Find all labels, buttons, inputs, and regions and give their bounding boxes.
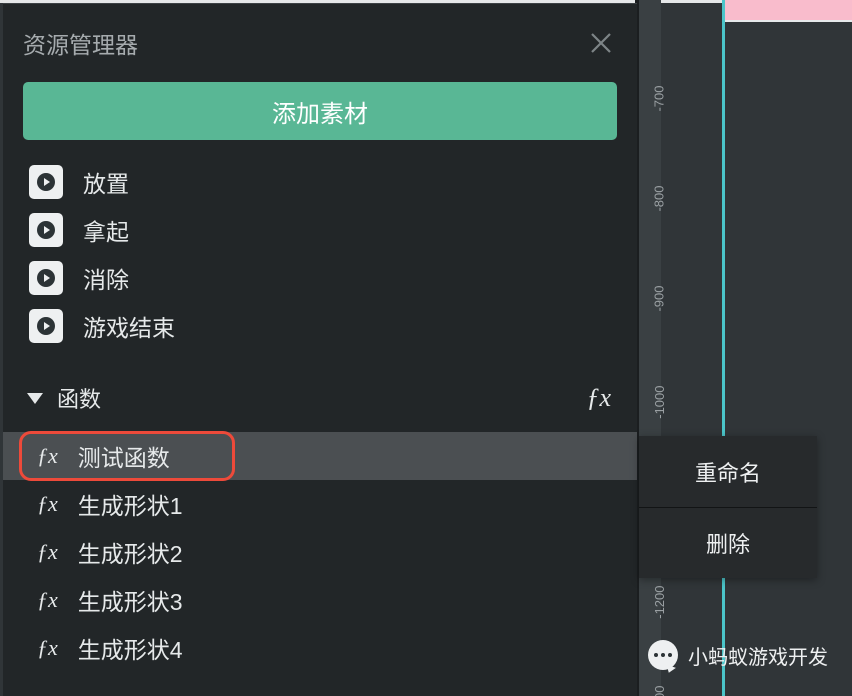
resource-manager-panel: 资源管理器 添加素材 放置 拿起 bbox=[3, 3, 637, 696]
function-label: 测试函数 bbox=[78, 439, 170, 473]
function-row-test[interactable]: ƒx 测试函数 bbox=[3, 432, 637, 480]
fx-icon: ƒx bbox=[37, 539, 58, 565]
context-menu-delete[interactable]: 删除 bbox=[639, 507, 817, 578]
add-asset-button[interactable]: 添加素材 bbox=[23, 82, 617, 140]
functions-list: ƒx 测试函数 ƒx 生成形状1 ƒx 生成形状2 ƒx 生成形状3 ƒx bbox=[23, 432, 617, 672]
function-label: 生成形状3 bbox=[78, 583, 183, 617]
watermark-text: 小蚂蚁游戏开发 bbox=[688, 641, 828, 670]
asset-label: 消除 bbox=[83, 261, 129, 295]
play-icon bbox=[29, 309, 63, 343]
fx-icon: ƒx bbox=[37, 635, 58, 661]
ruler-tick: -700 bbox=[652, 86, 667, 112]
canvas-selection-region bbox=[724, 0, 852, 22]
panel-header: 资源管理器 bbox=[3, 4, 637, 82]
context-menu-rename[interactable]: 重命名 bbox=[639, 436, 817, 507]
vertical-ruler: -700 -800 -900 -1000 -1100 -1200 -1300 bbox=[639, 0, 661, 696]
asset-label: 游戏结束 bbox=[83, 309, 175, 343]
add-asset-label: 添加素材 bbox=[272, 94, 368, 129]
ruler-tick: -1000 bbox=[652, 386, 667, 419]
context-menu-item-label: 删除 bbox=[706, 527, 750, 559]
fx-icon[interactable]: ƒx bbox=[586, 383, 611, 413]
function-row-shape4[interactable]: ƒx 生成形状4 bbox=[3, 624, 637, 672]
play-icon bbox=[29, 213, 63, 247]
function-row-shape1[interactable]: ƒx 生成形状1 bbox=[3, 480, 637, 528]
functions-section-header[interactable]: 函数 ƒx bbox=[23, 378, 617, 418]
fx-icon: ƒx bbox=[37, 443, 58, 469]
function-label: 生成形状1 bbox=[78, 487, 183, 521]
fx-icon: ƒx bbox=[37, 587, 58, 613]
asset-row-gameover[interactable]: 游戏结束 bbox=[23, 302, 617, 350]
chevron-down-icon bbox=[27, 393, 43, 404]
chat-bubble-icon bbox=[648, 640, 678, 670]
function-row-shape2[interactable]: ƒx 生成形状2 bbox=[3, 528, 637, 576]
asset-label: 放置 bbox=[83, 165, 129, 199]
ruler-tick: -1300 bbox=[652, 686, 667, 696]
asset-row-clear[interactable]: 消除 bbox=[23, 254, 617, 302]
context-menu-item-label: 重命名 bbox=[695, 456, 761, 488]
canvas-guide-line bbox=[722, 0, 725, 696]
close-icon[interactable] bbox=[589, 31, 613, 55]
panel-title: 资源管理器 bbox=[23, 26, 138, 60]
ruler-tick: -1200 bbox=[652, 586, 667, 619]
play-icon bbox=[29, 261, 63, 295]
function-label: 生成形状2 bbox=[78, 535, 183, 569]
ruler-tick: -800 bbox=[652, 186, 667, 212]
function-row-shape3[interactable]: ƒx 生成形状3 bbox=[3, 576, 637, 624]
context-menu: 重命名 删除 bbox=[639, 436, 817, 578]
asset-row-place[interactable]: 放置 bbox=[23, 158, 617, 206]
asset-row-pickup[interactable]: 拿起 bbox=[23, 206, 617, 254]
asset-label: 拿起 bbox=[83, 213, 129, 247]
fx-icon: ƒx bbox=[37, 491, 58, 517]
ruler-tick: -900 bbox=[652, 286, 667, 312]
function-label: 生成形状4 bbox=[78, 631, 183, 665]
play-icon bbox=[29, 165, 63, 199]
watermark: 小蚂蚁游戏开发 bbox=[648, 640, 828, 670]
functions-section-label: 函数 bbox=[57, 382, 101, 414]
